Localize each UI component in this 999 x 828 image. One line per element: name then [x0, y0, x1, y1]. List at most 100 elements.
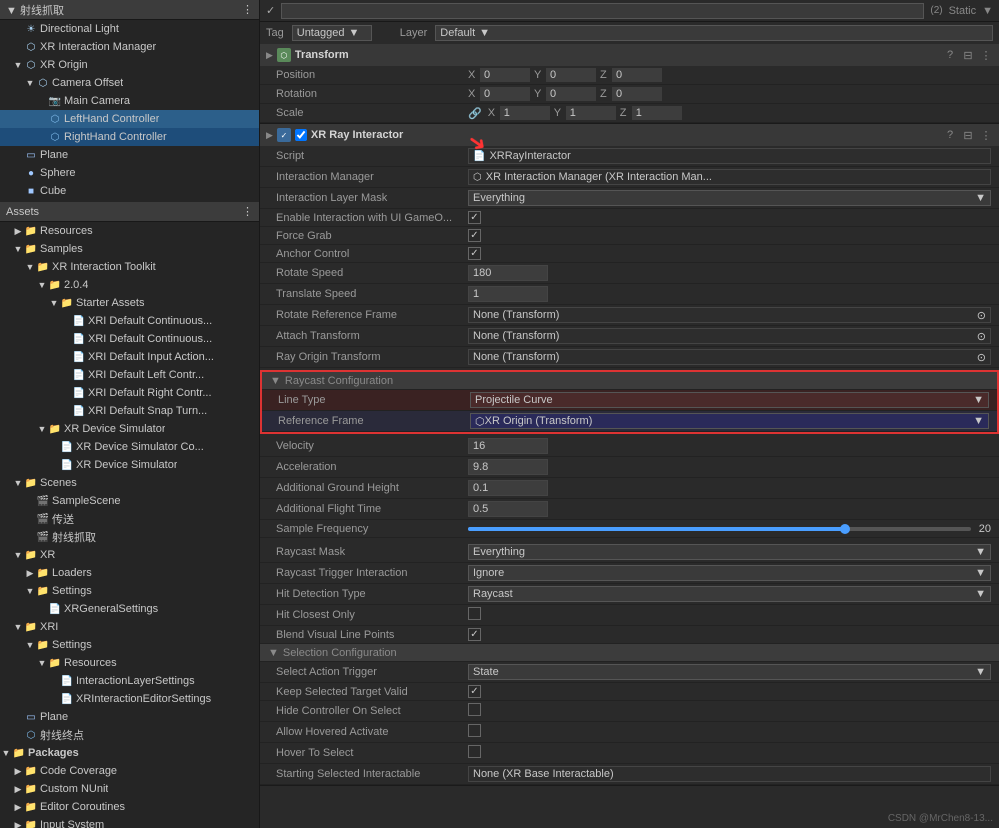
tree-arrow-open[interactable]: [24, 78, 36, 88]
position-y-input[interactable]: [546, 68, 596, 82]
assets-xri-settings[interactable]: 📁 Settings: [0, 636, 259, 654]
tree-item-directional-light[interactable]: ☀ Directional Light: [0, 20, 259, 38]
assets-raycast-end[interactable]: ⬡ 射线终点: [0, 726, 259, 744]
assets-raycast[interactable]: 🎬 射线抓取: [0, 528, 259, 546]
transform-header[interactable]: ▶ ⬡ Transform ? ⊟ ⋮: [260, 44, 999, 66]
assets-xri[interactable]: 📁 XRI: [0, 618, 259, 636]
sample-frequency-slider-track[interactable]: [468, 527, 971, 531]
ray-origin-transform-ref[interactable]: None (Transform) ⊙: [468, 349, 991, 365]
hit-detection-type-dropdown[interactable]: Raycast ▼: [468, 586, 991, 602]
assets-xri-default-3[interactable]: 📄 XRI Default Input Action...: [0, 348, 259, 366]
tree-arrow[interactable]: [12, 478, 24, 488]
assets-xri-resources[interactable]: 📁 Resources: [0, 654, 259, 672]
tree-arrow[interactable]: [24, 586, 36, 596]
tree-item-xr-interaction-manager[interactable]: ⬡ XR Interaction Manager: [0, 38, 259, 56]
tree-item-lefthand-controller[interactable]: ⬡ LeftHand Controller: [0, 110, 259, 128]
raycast-trigger-dropdown[interactable]: Ignore ▼: [468, 565, 991, 581]
assets-interaction-layer[interactable]: 📄 InteractionLayerSettings: [0, 672, 259, 690]
tree-arrow[interactable]: [12, 784, 24, 795]
tree-item-righthand-controller[interactable]: ⬡ RightHand Controller: [0, 128, 259, 146]
hover-to-select-checkbox[interactable]: [468, 745, 481, 758]
additional-ground-height-input[interactable]: [468, 480, 548, 496]
hide-controller-checkbox[interactable]: [468, 703, 481, 716]
translate-speed-input[interactable]: [468, 286, 548, 302]
line-type-dropdown[interactable]: Projectile Curve ▼: [470, 392, 989, 408]
anchor-control-checkbox[interactable]: [468, 247, 481, 260]
position-x-input[interactable]: [480, 68, 530, 82]
tree-arrow[interactable]: [12, 244, 24, 254]
tree-item-cube[interactable]: ■ Cube: [0, 182, 259, 200]
tree-item-sphere[interactable]: ● Sphere: [0, 164, 259, 182]
assets-xr-device-sim[interactable]: 📁 XR Device Simulator: [0, 420, 259, 438]
xr-ray-more-icon[interactable]: ⋮: [979, 128, 993, 142]
position-z-input[interactable]: [612, 68, 662, 82]
tree-arrow[interactable]: [12, 550, 24, 560]
assets-xr[interactable]: 📁 XR: [0, 546, 259, 564]
assets-samples[interactable]: 📁 Samples: [0, 240, 259, 258]
assets-xri-default-5[interactable]: 📄 XRI Default Right Contr...: [0, 384, 259, 402]
tree-arrow[interactable]: [24, 640, 36, 650]
assets-xri-default-2[interactable]: 📄 XRI Default Continuous...: [0, 330, 259, 348]
static-dropdown-icon[interactable]: ▼: [982, 5, 993, 17]
assets-packages[interactable]: 📁 Packages: [0, 744, 259, 762]
assets-scenes[interactable]: 📁 Scenes: [0, 474, 259, 492]
assets-xri-default-1[interactable]: 📄 XRI Default Continuous...: [0, 312, 259, 330]
scale-y-input[interactable]: [566, 106, 616, 120]
object-active-checkbox[interactable]: ✓: [266, 4, 275, 17]
tree-arrow[interactable]: [36, 658, 48, 668]
assets-input-system[interactable]: 📁 Input System: [0, 816, 259, 828]
reference-frame-dropdown[interactable]: ⬡ XR Origin (Transform) ▼: [470, 413, 989, 429]
xr-ray-collapse[interactable]: ▶: [266, 130, 273, 141]
tree-arrow[interactable]: [12, 766, 24, 777]
tree-item-camera-offset[interactable]: ⬡ Camera Offset: [0, 74, 259, 92]
sample-frequency-slider-thumb[interactable]: [840, 524, 850, 534]
xr-ray-settings-icon[interactable]: ⊟: [961, 128, 975, 142]
transform-help-icon[interactable]: ?: [943, 48, 957, 62]
rotation-z-input[interactable]: [612, 87, 662, 101]
assets-plane[interactable]: ▭ Plane: [0, 708, 259, 726]
attach-transform-ref[interactable]: None (Transform) ⊙: [468, 328, 991, 344]
assets-xr-settings[interactable]: 📁 Settings: [0, 582, 259, 600]
assets-xr-device-sim-item[interactable]: 📄 XR Device Simulator: [0, 456, 259, 474]
tree-arrow[interactable]: [12, 820, 24, 828]
assets-custom-nunit[interactable]: 📁 Custom NUnit: [0, 780, 259, 798]
assets-204[interactable]: 📁 2.0.4: [0, 276, 259, 294]
acceleration-input[interactable]: [468, 459, 548, 475]
transform-more-icon[interactable]: ⋮: [979, 48, 993, 62]
rotation-y-input[interactable]: [546, 87, 596, 101]
assets-xri-default-6[interactable]: 📄 XRI Default Snap Turn...: [0, 402, 259, 420]
tree-arrow[interactable]: [12, 226, 24, 237]
assets-xr-device-sim-co[interactable]: 📄 XR Device Simulator Co...: [0, 438, 259, 456]
scale-x-input[interactable]: [500, 106, 550, 120]
transform-collapse-arrow[interactable]: ▶: [266, 50, 273, 61]
tree-arrow[interactable]: [24, 262, 36, 272]
tree-arrow[interactable]: [24, 568, 36, 579]
rotate-speed-input[interactable]: [468, 265, 548, 281]
tree-arrow[interactable]: [12, 802, 24, 813]
tree-arrow-open[interactable]: [12, 60, 24, 70]
select-action-trigger-dropdown[interactable]: State ▼: [468, 664, 991, 680]
assets-editor-coroutines[interactable]: 📁 Editor Coroutines: [0, 798, 259, 816]
assets-transfer[interactable]: 🎬 传送: [0, 510, 259, 528]
assets-menu-icon[interactable]: ⋮: [242, 205, 253, 218]
tree-arrow[interactable]: [12, 622, 24, 632]
force-grab-checkbox[interactable]: [468, 229, 481, 242]
xr-ray-enabled-checkbox[interactable]: [295, 129, 307, 141]
assets-xr-toolkit[interactable]: 📁 XR Interaction Toolkit: [0, 258, 259, 276]
tree-arrow[interactable]: [36, 280, 48, 290]
tree-arrow[interactable]: [48, 298, 60, 308]
velocity-input[interactable]: [468, 438, 548, 454]
blend-visual-checkbox[interactable]: [468, 628, 481, 641]
scale-z-input[interactable]: [632, 106, 682, 120]
tree-item-main-camera[interactable]: 📷 Main Camera: [0, 92, 259, 110]
script-ref[interactable]: 📄 XRRayInteractor: [468, 148, 991, 164]
rotation-x-input[interactable]: [480, 87, 530, 101]
keep-selected-target-checkbox[interactable]: [468, 685, 481, 698]
tree-arrow[interactable]: [0, 748, 12, 758]
assets-xrinteraction-editor[interactable]: 📄 XRInteractionEditorSettings: [0, 690, 259, 708]
interaction-layer-mask-dropdown[interactable]: Everything ▼: [468, 190, 991, 206]
assets-starter[interactable]: 📁 Starter Assets: [0, 294, 259, 312]
enable-interaction-ui-checkbox[interactable]: [468, 211, 481, 224]
assets-code-coverage[interactable]: 📁 Code Coverage: [0, 762, 259, 780]
hit-closest-only-checkbox[interactable]: [468, 607, 481, 620]
